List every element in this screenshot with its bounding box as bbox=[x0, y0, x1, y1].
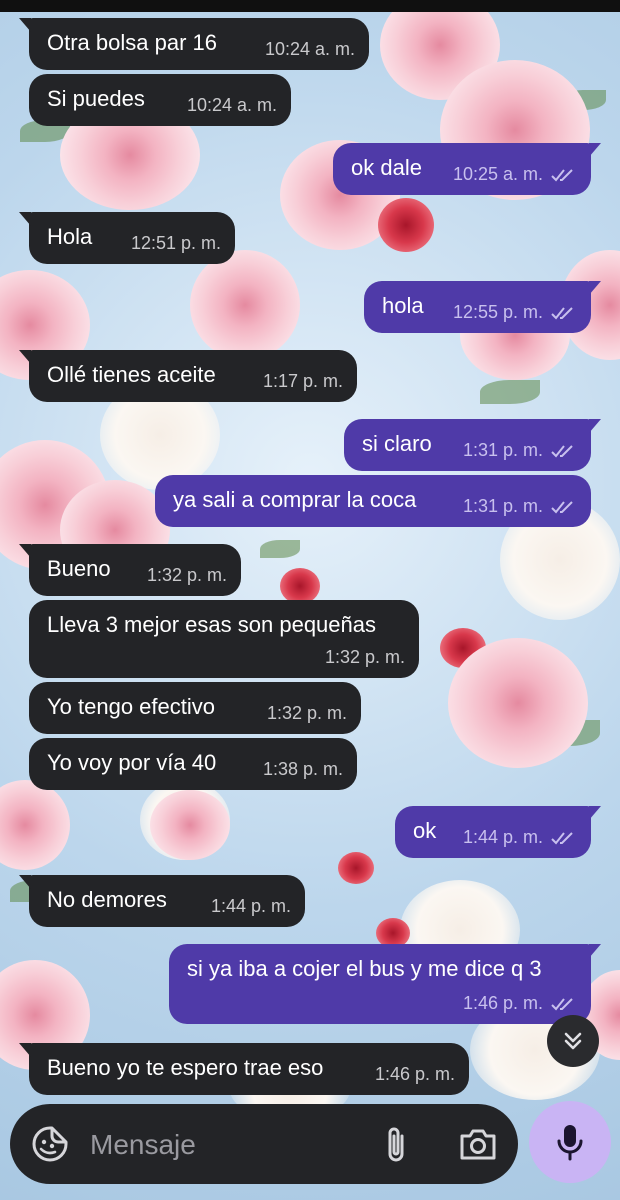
message-bubble-incoming[interactable]: Ollé tienes aceite 1:17 p. m. bbox=[19, 350, 357, 402]
message-bubble-outgoing[interactable]: si ya iba a cojer el bus y me dice q 3 1… bbox=[169, 944, 601, 1024]
message-bubble-incoming[interactable]: Lleva 3 mejor esas son pequeñas 1:32 p. … bbox=[29, 600, 419, 678]
message-text: Bueno bbox=[47, 556, 111, 581]
message-time: 1:32 p. m. bbox=[266, 703, 347, 723]
message-bubble-incoming[interactable]: Bueno 1:32 p. m. bbox=[19, 544, 241, 596]
message-text: Yo tengo efectivo bbox=[47, 694, 215, 719]
message-bubble-incoming[interactable]: Yo voy por vía 40 1:38 p. m. bbox=[29, 738, 357, 790]
message-bubble-outgoing[interactable]: ok 1:44 p. m. bbox=[395, 806, 601, 858]
message-bubble-incoming[interactable]: Otra bolsa par 16 10:24 a. m. bbox=[19, 18, 369, 70]
message-bubble-incoming[interactable]: Yo tengo efectivo 1:32 p. m. bbox=[29, 682, 361, 734]
message-text: Bueno yo te espero trae eso bbox=[47, 1055, 324, 1080]
paperclip-icon[interactable] bbox=[380, 1124, 414, 1164]
message-text: si ya iba a cojer el bus y me dice q 3 bbox=[187, 956, 542, 981]
message-bubble-incoming[interactable]: Bueno yo te espero trae eso 1:46 p. m. bbox=[19, 1043, 469, 1095]
message-bubble-incoming[interactable]: Si puedes 10:24 a. m. bbox=[29, 74, 291, 126]
message-text: Hola bbox=[47, 224, 93, 249]
double-chevron-down-icon bbox=[564, 1032, 582, 1050]
message-bubble-outgoing[interactable]: hola 12:55 p. m. bbox=[364, 281, 601, 333]
message-text: Si puedes bbox=[47, 86, 145, 111]
message-text: Lleva 3 mejor esas son pequeñas bbox=[47, 612, 376, 637]
double-check-icon bbox=[551, 997, 573, 1010]
message-input[interactable] bbox=[88, 1124, 362, 1166]
message-text: Yo voy por vía 40 bbox=[47, 750, 217, 775]
message-text: Otra bolsa par 16 bbox=[47, 30, 217, 55]
double-check-icon bbox=[551, 831, 573, 844]
message-time: 10:24 a. m. bbox=[264, 39, 355, 59]
message-text: Ollé tienes aceite bbox=[47, 362, 216, 387]
message-text: ya sali a comprar la coca bbox=[173, 487, 417, 512]
message-time: 1:44 p. m. bbox=[210, 896, 291, 916]
message-time: 1:46 p. m. bbox=[462, 993, 543, 1013]
voice-message-button[interactable] bbox=[529, 1101, 611, 1183]
message-time: 1:31 p. m. bbox=[462, 496, 543, 516]
microphone-icon bbox=[557, 1125, 583, 1161]
message-time: 1:44 p. m. bbox=[462, 827, 543, 847]
message-time: 10:25 a. m. bbox=[452, 164, 543, 184]
message-time: 1:38 p. m. bbox=[262, 759, 343, 779]
message-text: hola bbox=[382, 293, 424, 318]
message-time: 1:31 p. m. bbox=[462, 440, 543, 460]
message-bubble-incoming[interactable]: Hola 12:51 p. m. bbox=[19, 212, 235, 264]
message-bubble-incoming[interactable]: No demores 1:44 p. m. bbox=[19, 875, 305, 927]
message-time: 10:24 a. m. bbox=[186, 95, 277, 115]
double-check-icon bbox=[551, 168, 573, 181]
scroll-to-bottom-button[interactable] bbox=[547, 1015, 599, 1067]
double-check-icon bbox=[551, 444, 573, 457]
message-time: 12:55 p. m. bbox=[452, 302, 543, 322]
message-text: ok bbox=[413, 818, 437, 843]
message-text: si claro bbox=[362, 431, 432, 456]
message-time: 1:17 p. m. bbox=[262, 371, 343, 391]
message-time: 12:51 p. m. bbox=[130, 233, 221, 253]
camera-icon[interactable] bbox=[458, 1126, 498, 1162]
message-time: 1:32 p. m. bbox=[146, 565, 227, 585]
message-bubble-outgoing[interactable]: ya sali a comprar la coca 1:31 p. m. bbox=[155, 475, 591, 527]
message-composer bbox=[10, 1104, 518, 1184]
double-check-icon bbox=[551, 306, 573, 319]
message-time: 1:32 p. m. bbox=[324, 647, 405, 667]
sticker-smile-icon[interactable] bbox=[30, 1124, 70, 1164]
message-text: ok dale bbox=[351, 155, 422, 180]
message-text: No demores bbox=[47, 887, 167, 912]
message-bubble-outgoing[interactable]: ok dale 10:25 a. m. bbox=[333, 143, 601, 195]
message-time: 1:46 p. m. bbox=[374, 1064, 455, 1084]
message-bubble-outgoing[interactable]: si claro 1:31 p. m. bbox=[344, 419, 601, 471]
double-check-icon bbox=[551, 500, 573, 513]
message-list[interactable]: Otra bolsa par 16 10:24 a. m. Si puedes … bbox=[0, 0, 620, 1200]
